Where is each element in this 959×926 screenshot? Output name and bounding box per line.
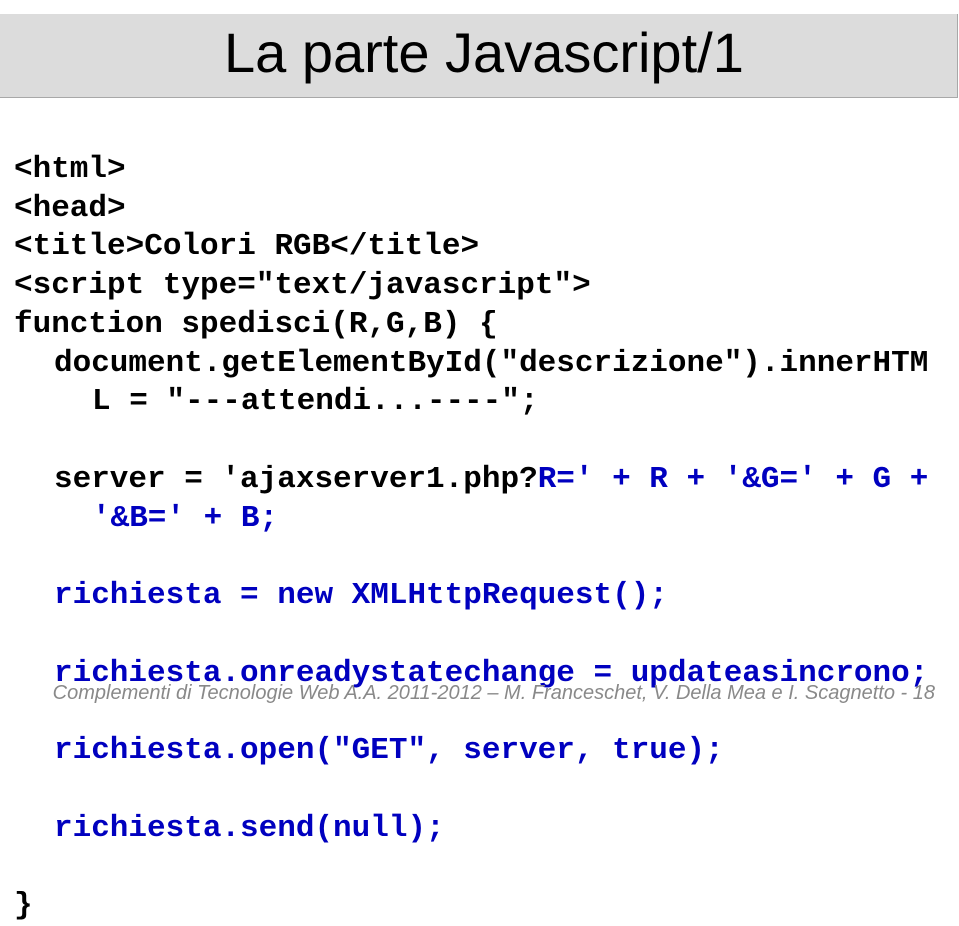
code-block: <html> <head> <title>Colori RGB</title> …	[14, 112, 945, 926]
code-line: document.getElementById("descrizione").i…	[54, 346, 928, 381]
code-line-blue: richiesta.send(null);	[14, 810, 945, 849]
slide-title: La parte Javascript/1	[224, 17, 744, 90]
code-line: server = 'ajaxserver1.php?	[54, 462, 538, 497]
code-line-blue: '&B=' + B;	[92, 501, 278, 536]
code-line-blue: R=' + R + '&G=' + G +	[538, 462, 947, 497]
code-line: L = "---attendi...----";	[92, 384, 538, 419]
code-line-blue: richiesta = new XMLHttpRequest();	[14, 577, 945, 616]
slide-footer: Complementi di Tecnologie Web A.A. 2011-…	[53, 682, 935, 705]
code-line: <html>	[14, 152, 126, 187]
code-line: <script type="text/javascript">	[14, 268, 591, 303]
code-line: <head>	[14, 191, 126, 226]
code-line: }	[14, 888, 33, 923]
slide: La parte Javascript/1 <html> <head> <tit…	[0, 0, 959, 717]
title-bar: La parte Javascript/1	[0, 14, 958, 98]
code-line: <title>Colori RGB</title>	[14, 229, 479, 264]
code-line: function spedisci(R,G,B) {	[14, 307, 498, 342]
code-line-blue: richiesta.open("GET", server, true);	[14, 732, 945, 771]
